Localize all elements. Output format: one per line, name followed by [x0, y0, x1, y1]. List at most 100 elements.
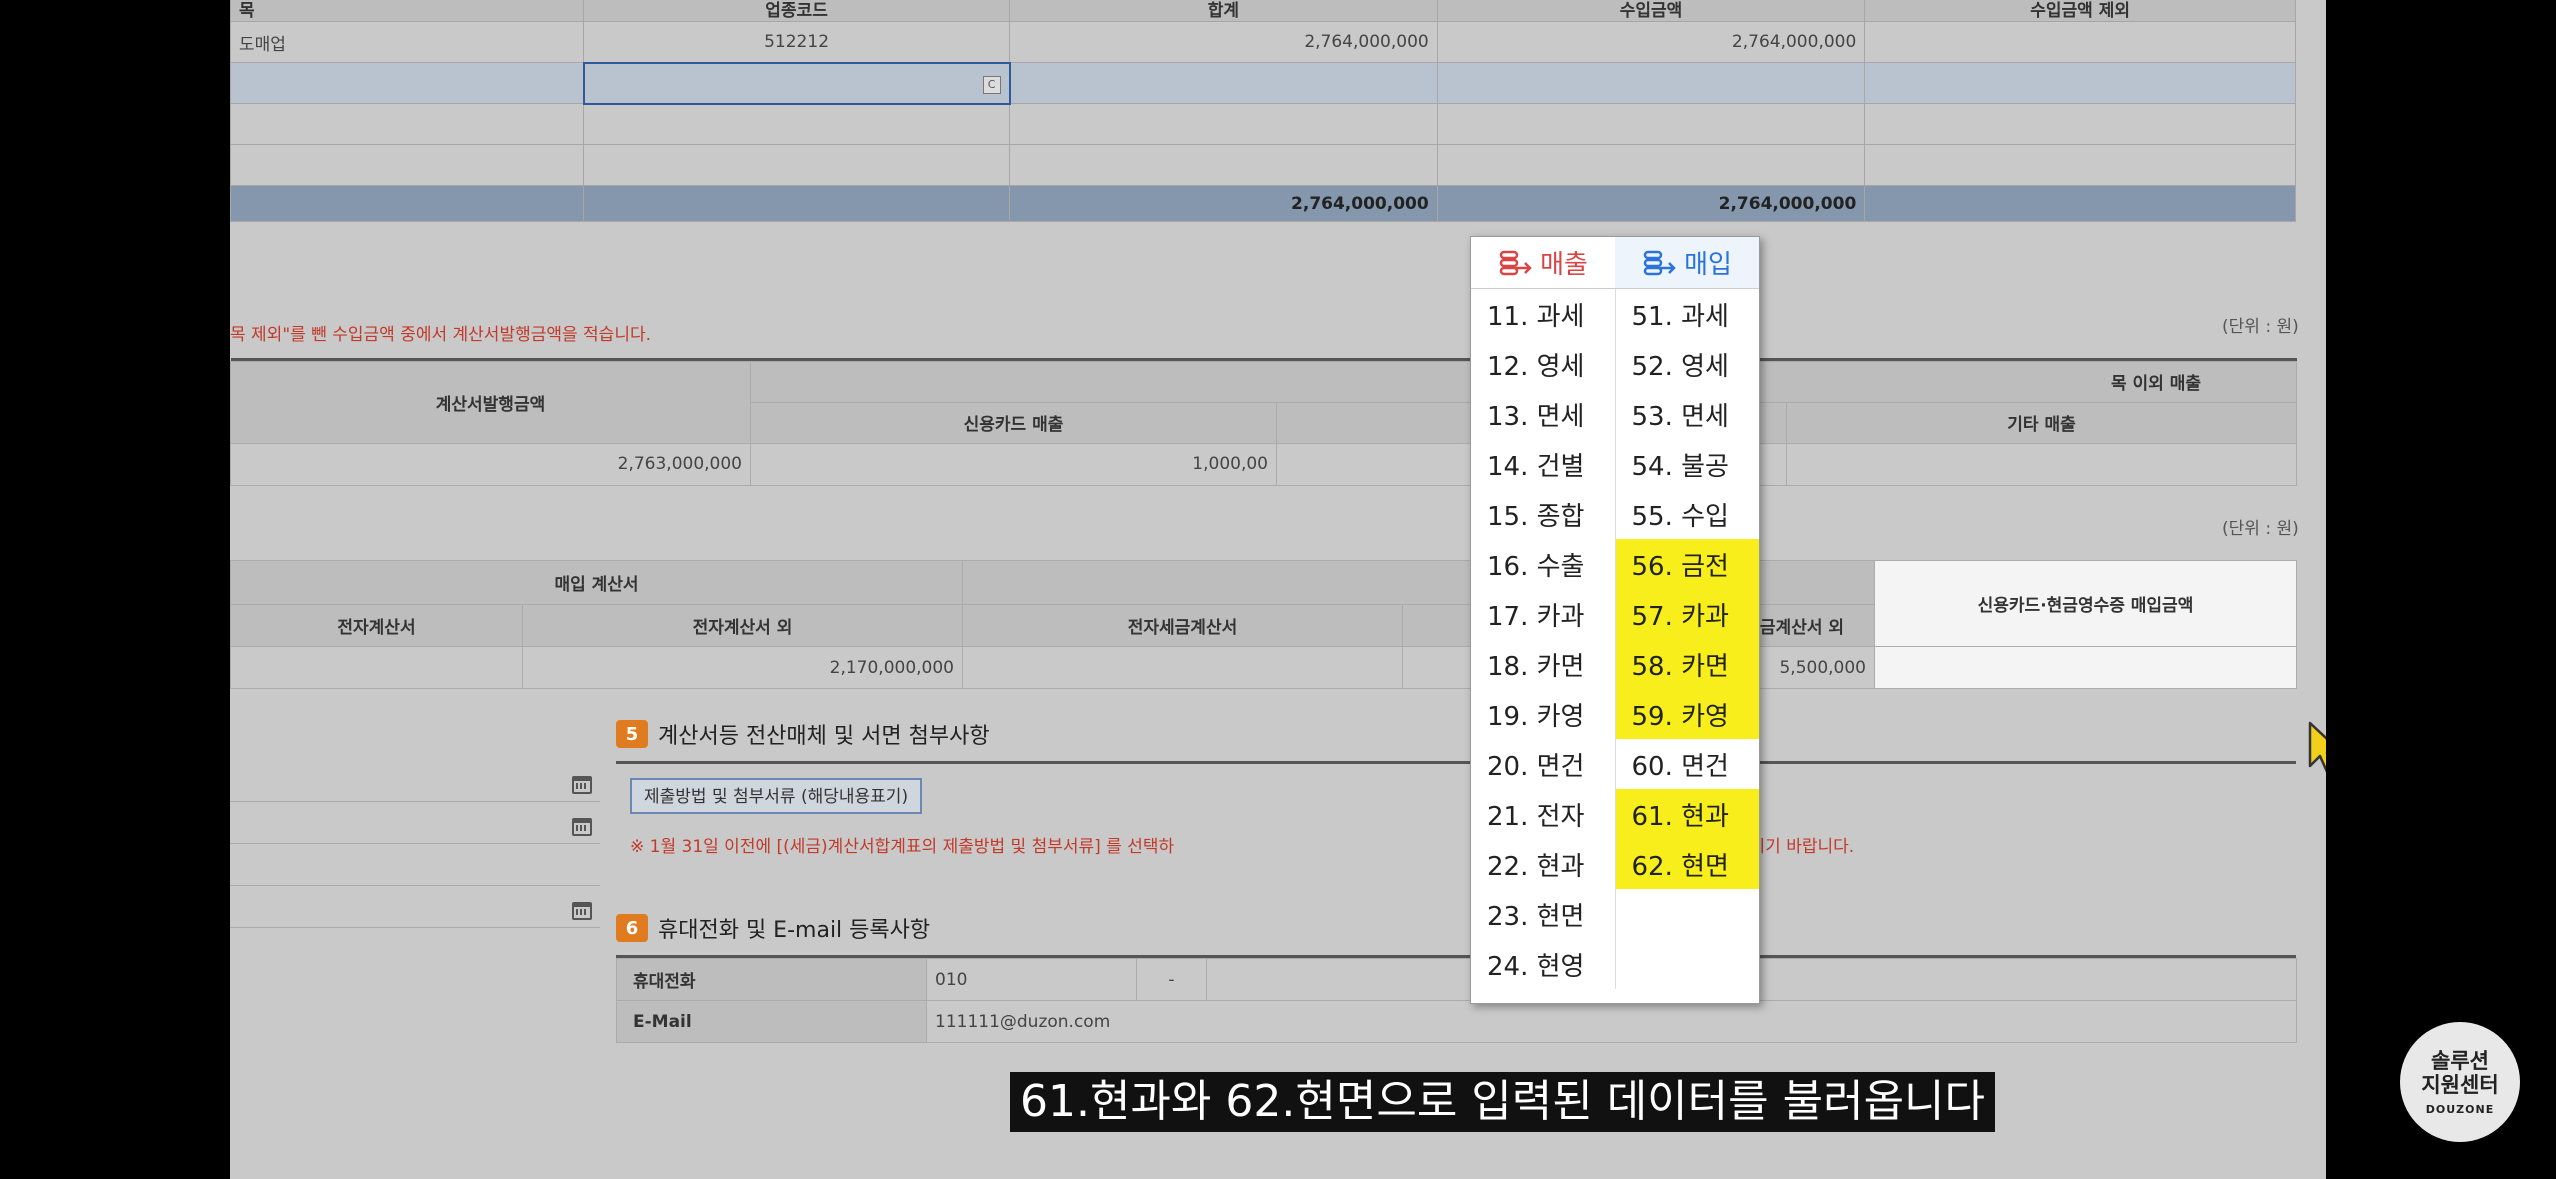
table-row[interactable]: 도매업 512212 2,764,000,000 2,764,000,000	[230, 21, 2296, 63]
sales-type-item[interactable]: 21. 전자	[1471, 789, 1615, 839]
purchase-type-item[interactable]: 54. 불공	[1616, 439, 1760, 489]
sales-type-item[interactable]: 11. 과세	[1471, 289, 1615, 339]
sales-type-item[interactable]: 15. 종합	[1471, 489, 1615, 539]
date-field[interactable]	[230, 894, 600, 928]
sales-type-item[interactable]: 18. 카면	[1471, 639, 1615, 689]
purchase-type-item[interactable]: 62. 현면	[1615, 839, 1759, 889]
grid-cell[interactable]	[1864, 144, 2296, 186]
sales-tab[interactable]: 매출	[1471, 237, 1615, 288]
grid-header-cell: 업종코드	[583, 0, 1011, 22]
popup-header: 매출 매입	[1471, 237, 1759, 289]
purchase-type-item[interactable]: 60. 면건	[1616, 739, 1760, 789]
e-invoice-value[interactable]	[230, 646, 523, 689]
card-receipt-purchase-value[interactable]	[1874, 646, 2297, 689]
non-e-invoice-header: 전자계산서 외	[522, 604, 963, 647]
purchase-icon	[1643, 250, 1676, 275]
grid-cell[interactable]: 512212	[583, 21, 1011, 63]
sales-type-item[interactable]: 22. 현과	[1471, 839, 1615, 889]
grid-cell[interactable]	[1864, 103, 2296, 145]
sales-type-item[interactable]: 16. 수출	[1471, 539, 1615, 589]
text-field[interactable]	[230, 852, 600, 886]
section-title: 계산서등 전산매체 및 서면 첨부사항	[658, 724, 990, 749]
purchase-tab[interactable]: 매입	[1615, 237, 1759, 288]
grid-cell[interactable]	[1436, 62, 1866, 104]
submission-warning-text: ※ 1월 31일 이전에 [(세금)계산서합계표의 제출방법 및 첨부서류] 를…	[630, 837, 1175, 857]
issued-invoice-header: 계산서발행금액	[230, 360, 751, 444]
card-sales-value[interactable]: 1,000,00	[750, 442, 1277, 486]
grid-cell[interactable]	[583, 103, 1011, 145]
grid-cell[interactable]	[230, 144, 585, 186]
grid-cell[interactable]	[1009, 144, 1438, 186]
grid-cell[interactable]	[1009, 103, 1438, 145]
e-tax-invoice-value[interactable]	[962, 646, 1403, 689]
sales-type-item[interactable]: 12. 영세	[1471, 339, 1615, 389]
grid-header-row: 목 업종코드 합계 수입금액 수입금액 제외	[230, 0, 2296, 22]
transaction-type-popup: 매출 매입 11. 과세 12. 영세 13. 면세 14. 건별 15. 종합 16. …	[1470, 236, 1760, 1004]
calendar-icon[interactable]	[572, 818, 592, 836]
sales-type-item[interactable]: 19. 카영	[1471, 689, 1615, 739]
sales-type-item[interactable]: 17. 카과	[1471, 589, 1615, 639]
purchase-type-item[interactable]: 59. 카영	[1615, 689, 1759, 739]
grid-cell[interactable]	[230, 103, 585, 145]
support-center-logo: 솔루션 지원센터 DOUZONE	[2400, 1022, 2520, 1142]
purchase-table: 매입 계산서 신용카드·현금영수증 매입금액 전자계산서 전자계산서 외 전자세…	[230, 560, 2297, 689]
purchase-type-item[interactable]: 51. 과세	[1616, 289, 1760, 339]
calendar-icon[interactable]	[572, 776, 592, 794]
purchase-type-item[interactable]: 53. 면세	[1616, 389, 1760, 439]
card-sales-header: 신용카드 매출	[750, 401, 1277, 444]
contact-table: 휴대전화 010 - 1111 E-Mail 111111@duzon.com	[616, 958, 2297, 1043]
purchase-type-item[interactable]: 55. 수입	[1616, 489, 1760, 539]
date-field[interactable]	[230, 768, 600, 802]
unit-label: (단위 : 원)	[2222, 317, 2299, 337]
phone-part-1[interactable]: 010	[926, 958, 1137, 1001]
sales-type-item[interactable]: 24. 현영	[1471, 939, 1615, 989]
section-number-badge: 6	[616, 914, 648, 942]
sales-type-item[interactable]: 20. 면건	[1471, 739, 1615, 789]
section-6-header: 6 휴대전화 및 E-mail 등록사항	[616, 912, 930, 944]
submission-method-button[interactable]: 제출방법 및 첨부서류 (해당내용표기)	[630, 778, 923, 814]
section-number-badge: 5	[616, 720, 648, 748]
grid-cell[interactable]	[1009, 62, 1438, 104]
sales-tab-label: 매출	[1540, 250, 1588, 280]
code-help-icon[interactable]: C	[982, 75, 1001, 94]
table-row[interactable]: C	[230, 61, 2296, 105]
email-field[interactable]: 111111@duzon.com	[926, 1000, 2297, 1043]
grid-cell[interactable]	[1864, 21, 2296, 63]
section-title: 휴대전화 및 E-mail 등록사항	[658, 918, 931, 943]
issued-invoice-value[interactable]: 2,763,000,000	[230, 442, 751, 486]
table-row[interactable]	[230, 103, 2296, 145]
calendar-icon[interactable]	[572, 902, 592, 920]
purchase-type-item[interactable]: 61. 현과	[1615, 789, 1759, 839]
grid-cell[interactable]: 2,764,000,000	[1436, 21, 1866, 63]
totals-row: 2,764,000,000 2,764,000,000	[230, 185, 2296, 222]
total-cell	[583, 185, 1011, 222]
section-5-header: 5 계산서등 전산매체 및 서면 첨부사항	[616, 718, 990, 750]
table-row[interactable]	[230, 144, 2296, 186]
sales-type-item[interactable]: 13. 면세	[1471, 389, 1615, 439]
grid-cell[interactable]	[583, 144, 1011, 186]
mouse-cursor-icon	[2308, 721, 2326, 773]
sales-type-item[interactable]: 14. 건별	[1471, 439, 1615, 489]
email-label: E-Mail	[616, 1000, 927, 1043]
date-field[interactable]	[230, 810, 600, 844]
section-divider	[616, 761, 2296, 764]
purchase-type-item[interactable]: 56. 금전	[1615, 539, 1759, 589]
grid-cell[interactable]	[1436, 144, 1866, 186]
grid-header-cell: 수입금액 제외	[1864, 0, 2296, 22]
phone-dash: -	[1136, 958, 1207, 1001]
grid-cell[interactable]: 2,764,000,000	[1009, 21, 1438, 63]
logo-line-1: 솔루션	[2431, 1048, 2489, 1073]
grid-cell[interactable]	[1436, 103, 1866, 145]
sales-type-item[interactable]: 23. 현면	[1471, 889, 1615, 939]
other-sales-value[interactable]	[1786, 442, 2297, 486]
grid-cell[interactable]	[230, 62, 585, 104]
business-code-input-cell[interactable]: C	[582, 61, 1011, 105]
non-e-invoice-value[interactable]: 2,170,000,000	[522, 646, 963, 689]
purchase-type-item[interactable]: 52. 영세	[1616, 339, 1760, 389]
grid-cell[interactable]: 도매업	[230, 21, 585, 63]
card-receipt-purchase-header: 신용카드·현금영수증 매입금액	[1874, 560, 2297, 647]
sales-icon	[1499, 250, 1532, 275]
purchase-type-item[interactable]: 58. 카면	[1615, 639, 1759, 689]
grid-cell[interactable]	[1864, 62, 2296, 104]
purchase-type-item[interactable]: 57. 카과	[1615, 589, 1759, 639]
